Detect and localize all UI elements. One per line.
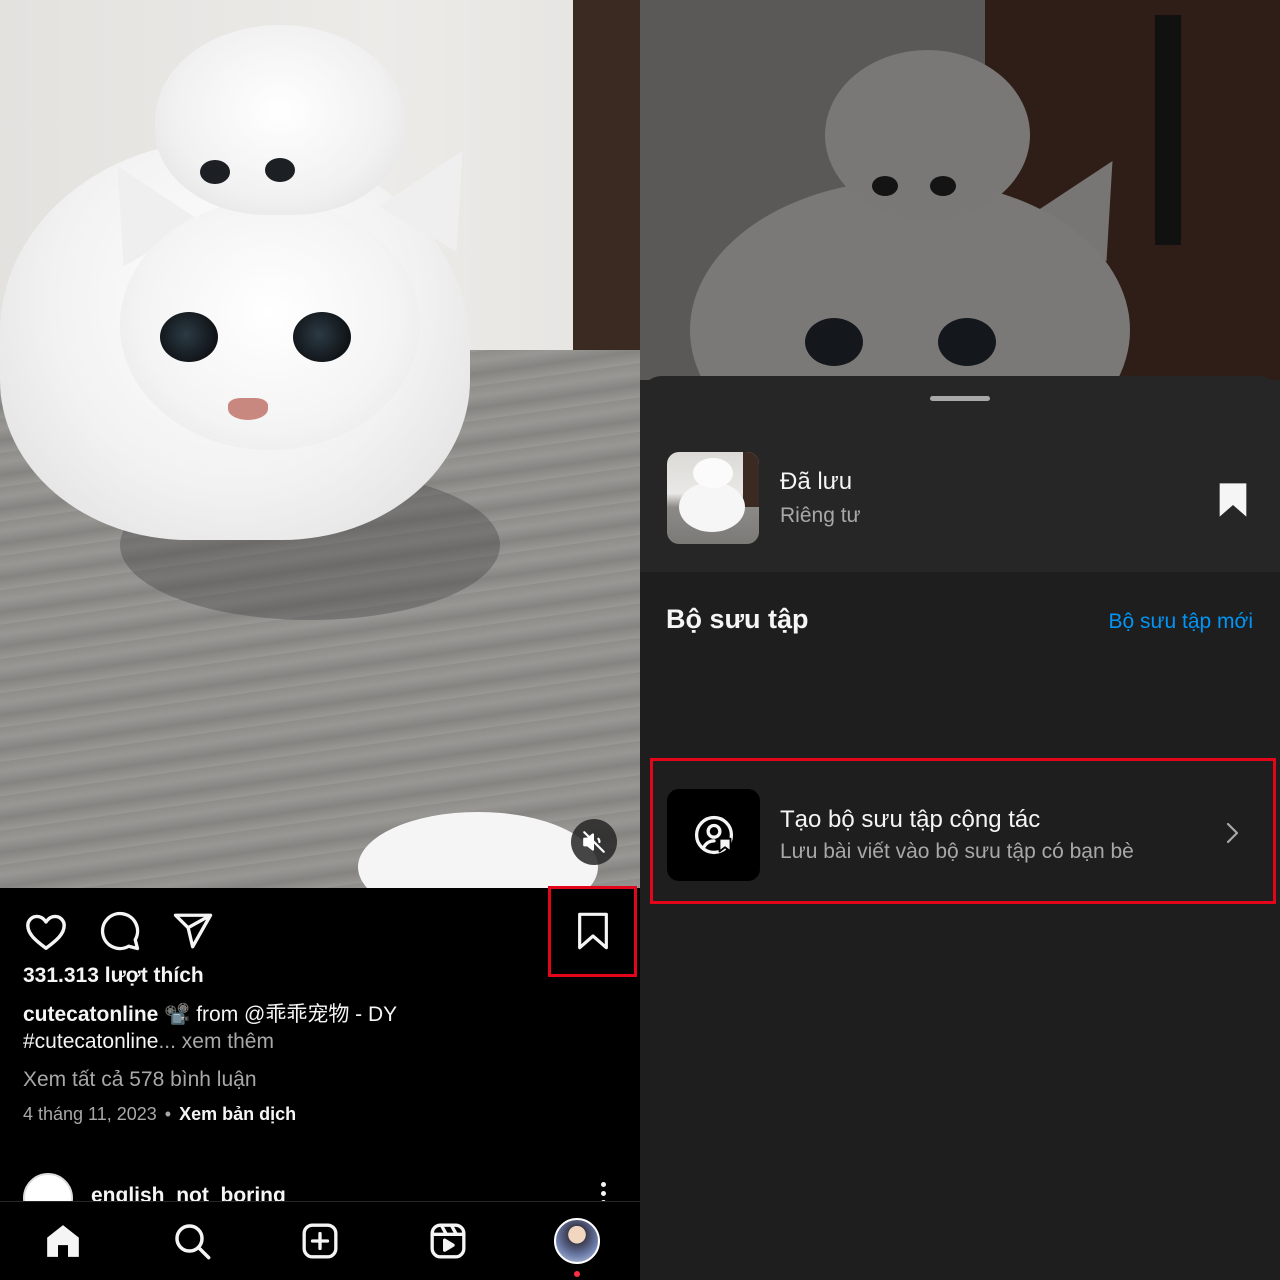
next-post-avatar[interactable] bbox=[23, 1173, 73, 1202]
post-meta-row: 4 tháng 11, 2023 • Xem bản dịch bbox=[23, 1104, 296, 1125]
share-button[interactable] bbox=[170, 908, 216, 954]
view-comments-link[interactable]: Xem tất cả 578 bình luận bbox=[23, 1068, 257, 1092]
bottom-nav-bar bbox=[0, 1201, 640, 1280]
saved-item-row[interactable]: Đã lưu Riêng tư bbox=[640, 428, 1280, 572]
profile-avatar[interactable] bbox=[554, 1218, 600, 1264]
more-options-icon[interactable] bbox=[596, 1182, 610, 1202]
bookmark-filled-icon[interactable] bbox=[1215, 480, 1251, 520]
photo-door bbox=[573, 0, 640, 360]
see-translation-link[interactable]: Xem bản dịch bbox=[179, 1104, 296, 1124]
like-button[interactable] bbox=[23, 908, 69, 954]
caption-second-line: #cutecatonline... xem thêm bbox=[23, 1030, 274, 1054]
kitten-eye-right bbox=[265, 158, 295, 182]
save-sheet-screen: Đã lưu Riêng tư Bộ sưu tập Bộ sưu tập mớ… bbox=[640, 0, 1280, 1280]
comment-icon bbox=[100, 911, 140, 951]
dim-cat-eye-right bbox=[938, 318, 996, 366]
kitten-eye-left bbox=[200, 160, 230, 184]
caption-username[interactable]: cutecatonline bbox=[23, 1003, 158, 1026]
post-date: 4 tháng 11, 2023 bbox=[23, 1104, 157, 1124]
dim-cat-eye-left bbox=[805, 318, 863, 366]
saved-title: Đã lưu bbox=[780, 468, 853, 495]
save-highlight-box bbox=[548, 886, 637, 977]
dimmed-post-image[interactable] bbox=[640, 0, 1280, 380]
sheet-grabber[interactable] bbox=[930, 396, 990, 401]
create-icon bbox=[302, 1223, 338, 1259]
next-post-header: english_not_boring bbox=[0, 1170, 640, 1202]
nav-reels[interactable] bbox=[426, 1219, 470, 1263]
reels-icon bbox=[430, 1223, 466, 1259]
mute-button[interactable] bbox=[571, 819, 617, 865]
post-actions-bar bbox=[0, 888, 640, 968]
likes-count[interactable]: 331.313 lượt thích bbox=[23, 964, 204, 988]
collections-section: Bộ sưu tập Bộ sưu tập mới Tạo bộ sưu tập… bbox=[640, 572, 1280, 1280]
notification-dot bbox=[574, 1271, 580, 1277]
saved-privacy: Riêng tư bbox=[780, 504, 861, 527]
meta-separator: • bbox=[164, 1104, 172, 1124]
collections-heading: Bộ sưu tập bbox=[666, 604, 809, 634]
post-caption: cutecatonline 📽️ from @乖乖宠物 - DY bbox=[23, 998, 397, 1028]
search-icon bbox=[175, 1224, 211, 1260]
send-icon bbox=[173, 913, 213, 949]
caption-hashtag[interactable]: #cutecatonline bbox=[23, 1030, 158, 1053]
collab-highlight-box bbox=[650, 758, 1276, 904]
cat-eye-left bbox=[160, 312, 218, 362]
nav-search[interactable] bbox=[170, 1219, 214, 1263]
cat-eye-right bbox=[293, 312, 351, 362]
home-icon bbox=[47, 1225, 79, 1257]
speaker-muted-icon bbox=[583, 831, 605, 853]
new-collection-link[interactable]: Bộ sưu tập mới bbox=[1108, 610, 1253, 634]
dim-kitten-eye-left bbox=[872, 176, 898, 196]
heart-icon bbox=[26, 914, 66, 950]
saved-thumbnail bbox=[667, 452, 759, 544]
caption-text: 📽️ from @乖乖宠物 - DY bbox=[164, 1003, 398, 1026]
comment-button[interactable] bbox=[97, 908, 143, 954]
dim-kitten-eye-right bbox=[930, 176, 956, 196]
kitten bbox=[155, 25, 405, 215]
nav-create[interactable] bbox=[298, 1219, 342, 1263]
cat-nose bbox=[228, 398, 268, 420]
next-post-username[interactable]: english_not_boring bbox=[91, 1184, 286, 1202]
see-more-link[interactable]: ... xem thêm bbox=[158, 1030, 274, 1053]
nav-home[interactable] bbox=[41, 1219, 85, 1263]
post-media-image[interactable] bbox=[0, 0, 640, 888]
post-screen: 331.313 lượt thích cutecatonline 📽️ from… bbox=[0, 0, 640, 1280]
dim-kitten bbox=[825, 50, 1030, 220]
